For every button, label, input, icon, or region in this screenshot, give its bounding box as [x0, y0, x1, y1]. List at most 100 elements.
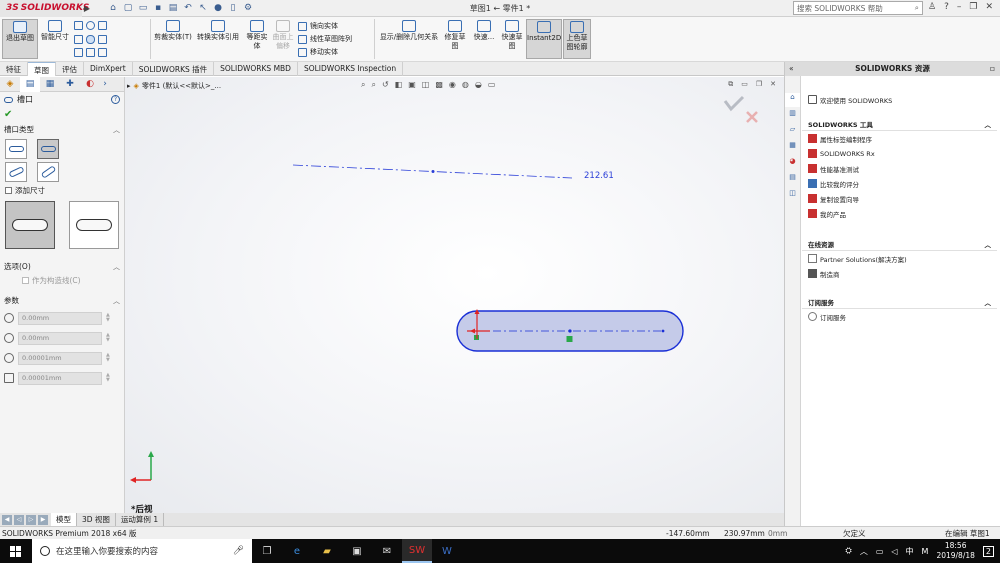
mirror-row[interactable]: 镜向实体	[298, 21, 338, 31]
arc-icon[interactable]	[98, 35, 107, 44]
line-icon[interactable]	[74, 21, 83, 30]
taskbar-search-input[interactable]: 在这里输入你要搜索的内容 🎤︎	[32, 539, 252, 563]
offset-entities-button[interactable]: 等距实体	[245, 19, 269, 51]
fillet-icon[interactable]	[86, 48, 95, 57]
exit-sketch-button[interactable]: 退出草图	[2, 19, 38, 59]
resources-tab-icon[interactable]: ⌂	[785, 93, 800, 107]
polygon-icon[interactable]	[74, 48, 83, 57]
solidworks-taskbar-icon[interactable]: SW	[402, 539, 432, 563]
help-icon[interactable]: ?	[111, 95, 120, 104]
spinner-icon[interactable]: ▲ ▼	[106, 373, 110, 383]
options-section[interactable]: 选项(O) ︿	[0, 259, 124, 274]
menu-expand-arrow-icon[interactable]: ▶	[82, 4, 92, 13]
word-icon[interactable]: W	[432, 539, 462, 563]
view-palette-tab-icon[interactable]: ▦	[785, 141, 800, 155]
ime-chinese-icon[interactable]: 中	[906, 546, 914, 557]
online-link[interactable]: 制造商	[802, 266, 997, 281]
next-tab-icon[interactable]: ▷	[26, 514, 36, 525]
repair-sketch-button[interactable]: 修复草图	[443, 19, 467, 51]
tab-addins[interactable]: SOLIDWORKS 插件	[133, 62, 215, 76]
graphics-area[interactable]: ▸ ◈ 零件1 (默认<<默认>_... ⌕ ⌕ ↺ ◧ ▣ ◫ ▩ ◉ ◍ ◒…	[125, 77, 784, 513]
collapse-icon[interactable]: ︿	[113, 262, 120, 272]
solidworks-forum-tab-icon[interactable]: ◫	[785, 189, 800, 203]
microphone-icon[interactable]: 🎤︎	[233, 546, 244, 556]
open-icon[interactable]: ▭	[138, 3, 148, 13]
online-section-header[interactable]: 在线资源 ︿	[802, 237, 997, 251]
rapid-sketch-button[interactable]: 快速草图	[500, 19, 524, 51]
last-tab-icon[interactable]: ▶	[38, 514, 48, 525]
smart-dimension-button[interactable]: 智能尺寸	[40, 19, 70, 42]
subscription-section-header[interactable]: 订阅服务 ︿	[802, 295, 997, 309]
network-icon[interactable]: ▭	[876, 547, 884, 556]
edge-browser-icon[interactable]: e	[282, 539, 312, 563]
collapse-icon[interactable]: ︿	[113, 125, 120, 135]
select-icon[interactable]: ↖	[198, 3, 208, 13]
slot-end-point[interactable]	[661, 329, 665, 333]
online-link[interactable]: Partner Solutions(解决方案)	[802, 251, 997, 266]
file-explorer-icon[interactable]: ▰	[312, 539, 342, 563]
linear-pattern-row[interactable]: 线性草图阵列	[298, 34, 352, 44]
panel-expand-icon[interactable]: ›	[100, 77, 110, 92]
display-relations-button[interactable]: 显示/删除几何关系	[378, 19, 440, 42]
start-button[interactable]	[0, 539, 30, 563]
add-dimensions-checkbox[interactable]: 添加尺寸	[0, 184, 124, 197]
collapse-pane-icon[interactable]: «	[789, 62, 794, 76]
custom-properties-tab-icon[interactable]: ▤	[785, 173, 800, 187]
help-icon[interactable]: ?	[944, 2, 949, 12]
spinner-icon[interactable]: ▲ ▼	[106, 313, 110, 323]
design-library-tab-icon[interactable]: ▥	[785, 109, 800, 123]
spinner-icon[interactable]: ▲ ▼	[106, 333, 110, 343]
appearances-tab-icon[interactable]: ◕	[785, 157, 800, 171]
tool-link[interactable]: 复制设置向导	[802, 191, 997, 206]
parameters-section[interactable]: 参数 ︿	[0, 293, 124, 308]
subscription-link[interactable]: 订阅服务	[802, 309, 997, 324]
tab-evaluate[interactable]: 评估	[56, 62, 84, 76]
print-icon[interactable]: ▤	[168, 3, 178, 13]
tab-dimxpert[interactable]: DimXpert	[84, 62, 133, 76]
pin-icon[interactable]: ▫	[990, 62, 995, 76]
file-explorer-tab-icon[interactable]: ▱	[785, 125, 800, 139]
center-x-input[interactable]: 0.00mm	[18, 311, 102, 325]
construction-checkbox[interactable]: 作为构造线(C)	[0, 274, 124, 287]
minimize-icon[interactable]: –	[957, 2, 962, 12]
tab-model[interactable]: 模型	[51, 513, 77, 526]
tab-mbd[interactable]: SOLIDWORKS MBD	[214, 62, 298, 76]
tool-link[interactable]: 性能基准测试	[802, 161, 997, 176]
midpoint-marker[interactable]	[431, 170, 435, 173]
clock[interactable]: 18:56 2019/8/18	[936, 541, 974, 561]
collapse-icon[interactable]: ︿	[985, 297, 992, 307]
tool-link[interactable]: 我的产品	[802, 206, 997, 221]
overall-length-option[interactable]	[69, 201, 119, 249]
tab-motion-study[interactable]: 运动算例 1	[116, 513, 165, 526]
user-icon[interactable]: ♙	[928, 2, 936, 12]
dimension-label[interactable]: 212.61	[584, 171, 614, 181]
centerpoint-arc-slot-button[interactable]	[37, 162, 59, 182]
trim-entities-button[interactable]: 剪裁实体(T)	[153, 19, 193, 42]
tab-sketch[interactable]: 草图	[28, 62, 56, 76]
center-to-center-option[interactable]	[5, 201, 55, 249]
centerpoint-straight-slot-button[interactable]	[37, 139, 59, 159]
store-icon[interactable]: ▣	[342, 539, 372, 563]
construction-box[interactable]	[22, 277, 29, 284]
undo-icon[interactable]: ↶	[183, 3, 193, 13]
configuration-manager-icon[interactable]: ▦	[40, 77, 60, 92]
convert-entities-button[interactable]: 转换实体引用	[195, 19, 241, 42]
slot-center-point[interactable]	[568, 329, 572, 333]
tool-link[interactable]: 比较我的评分	[802, 176, 997, 191]
people-icon[interactable]: ⛭	[845, 546, 851, 556]
file-properties-icon[interactable]: ▯	[228, 3, 238, 13]
solidworks-logo[interactable]: 3S SOLIDWORKS	[0, 0, 89, 17]
display-manager-icon[interactable]: ◐	[80, 77, 100, 92]
restore-icon[interactable]: ❐	[969, 2, 977, 12]
instant2d-button[interactable]: Instant2D	[526, 19, 562, 59]
three-point-arc-slot-button[interactable]	[5, 162, 27, 182]
ime-mode-icon[interactable]: M	[922, 547, 929, 556]
offset-on-surface-button[interactable]: 曲面上偏移	[271, 19, 295, 51]
slot-type-section[interactable]: 槽口类型 ︿	[0, 122, 124, 137]
confirmation-corner[interactable]	[723, 95, 758, 123]
volume-icon[interactable]: ◁	[891, 547, 897, 556]
quick-snaps-button[interactable]: 快速...	[471, 19, 497, 42]
collapse-icon[interactable]: ︿	[985, 119, 992, 129]
shaded-contours-button[interactable]: 上色草图轮廓	[563, 19, 591, 59]
tab-inspection[interactable]: SOLIDWORKS Inspection	[298, 62, 404, 76]
